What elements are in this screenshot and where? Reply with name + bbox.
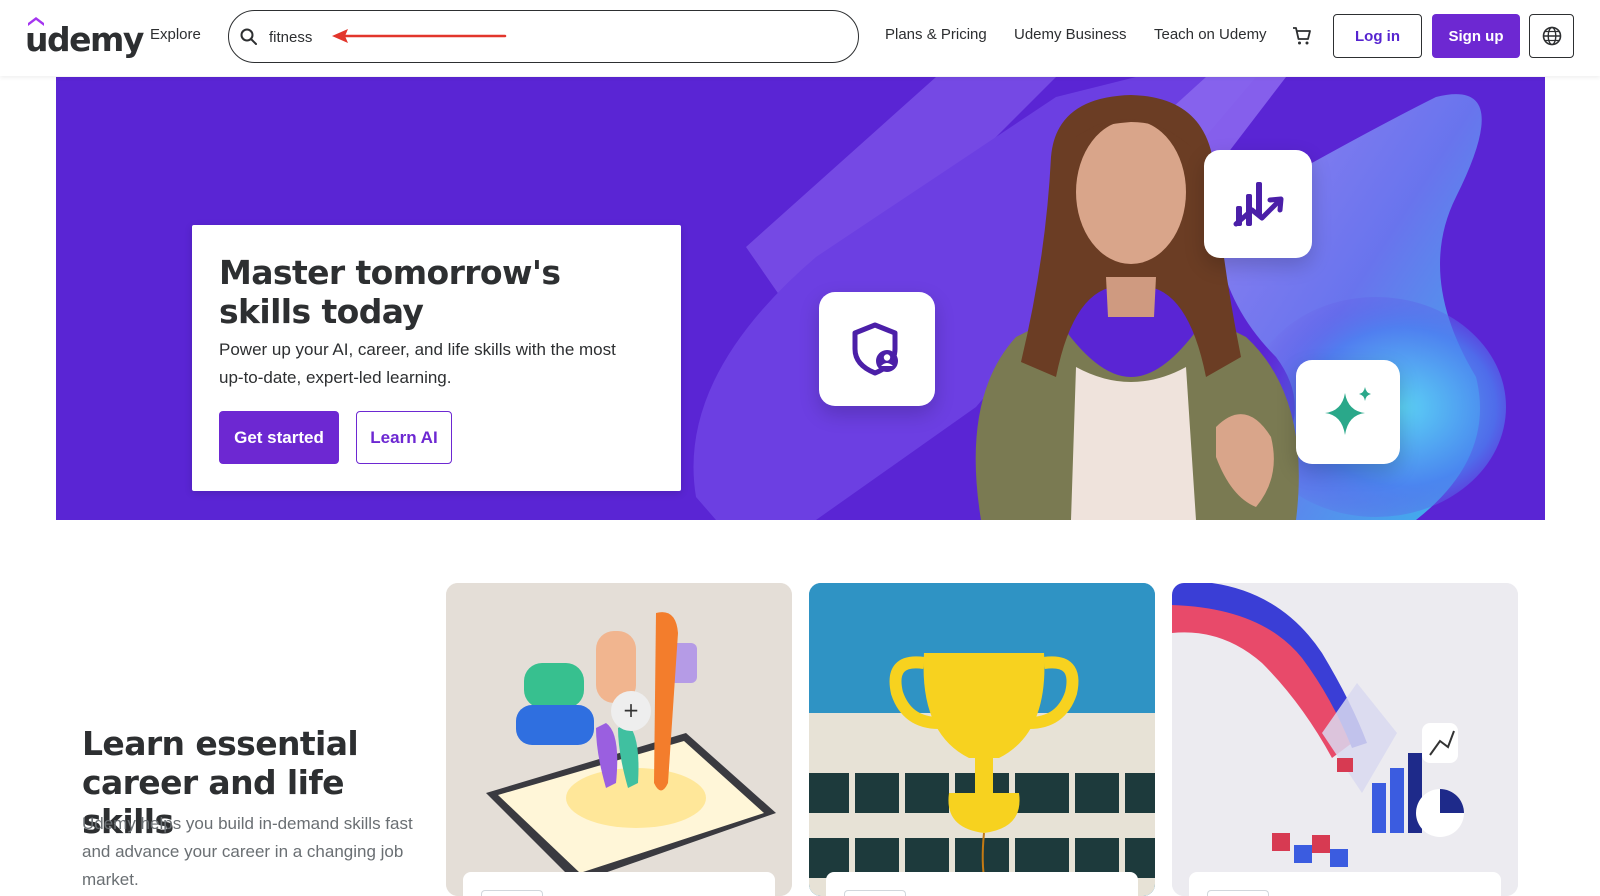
tablet-blocks-illustration: + [446, 583, 792, 896]
svg-text:+: + [623, 698, 640, 722]
logo-wordmark: udemy [25, 20, 144, 59]
shield-user-icon [852, 322, 898, 376]
udemy-business-link[interactable]: Udemy Business [1014, 26, 1127, 43]
top-nav-bar: udemy Explore Plans & Pricing Udemy Busi… [0, 0, 1600, 76]
hero-promo-card: Master tomorrow's skills today Power up … [192, 225, 681, 491]
card-footer [826, 872, 1138, 896]
get-started-button[interactable]: Get started [219, 411, 339, 464]
udemy-logo[interactable]: udemy [25, 16, 144, 59]
skill-card[interactable] [809, 583, 1155, 896]
log-in-button[interactable]: Log in [1333, 14, 1422, 58]
sparkle-icon [1325, 387, 1371, 435]
explore-link[interactable]: Explore [150, 26, 201, 43]
card-footer [463, 872, 775, 896]
ai-sparkle-tile [1296, 360, 1400, 464]
skill-card[interactable]: + [446, 583, 792, 896]
card-chip [844, 890, 906, 896]
hero-banner: Master tomorrow's skills today Power up … [56, 77, 1545, 520]
hero-title: Master tomorrow's skills today [219, 253, 561, 331]
skill-card[interactable] [1172, 583, 1518, 896]
trophy-illustration [809, 583, 1155, 896]
chart-growth-icon [1233, 182, 1284, 227]
search-bar[interactable] [228, 10, 859, 63]
card-chip [1207, 890, 1269, 896]
hero-subtitle: Power up your AI, career, and life skill… [219, 340, 616, 387]
sign-up-button[interactable]: Sign up [1432, 14, 1520, 58]
teach-on-udemy-link[interactable]: Teach on Udemy [1154, 26, 1267, 43]
logo-hat-icon [28, 17, 44, 26]
security-tile [819, 292, 935, 406]
search-icon[interactable] [239, 27, 259, 47]
analytics-tile [1204, 150, 1312, 258]
cart-icon[interactable] [1291, 25, 1313, 47]
card-chip [481, 890, 543, 896]
annotation-arrow-icon [332, 29, 507, 43]
language-button[interactable] [1529, 14, 1574, 58]
plans-pricing-link[interactable]: Plans & Pricing [885, 26, 987, 43]
data-chart-illustration [1172, 583, 1518, 896]
globe-icon [1542, 26, 1561, 46]
card-footer [1189, 872, 1501, 896]
learn-ai-button[interactable]: Learn AI [356, 411, 452, 464]
section-subtitle: Udemy helps you build in-demand skills f… [82, 814, 413, 889]
